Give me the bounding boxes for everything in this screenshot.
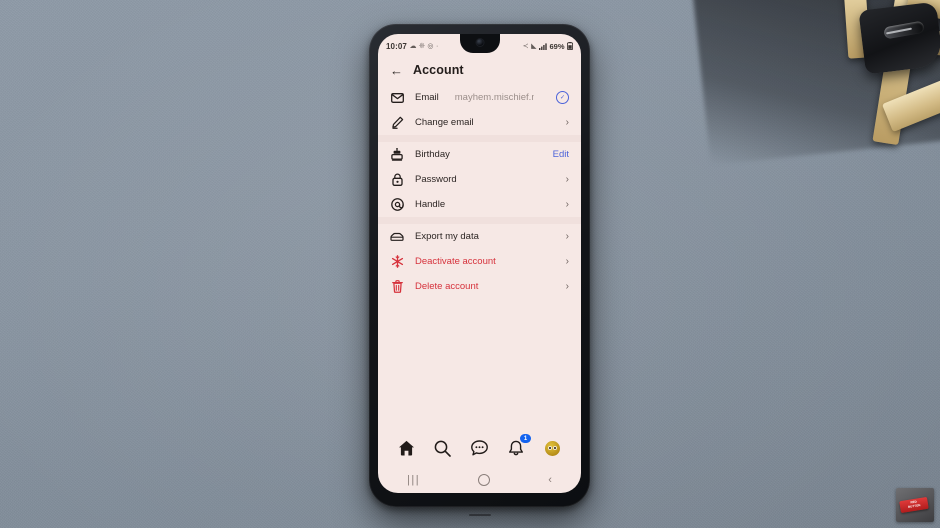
signal-icon	[538, 42, 547, 50]
page-title: Account	[413, 63, 464, 77]
chevron-right-icon: ›	[565, 256, 569, 267]
channel-watermark: RED BUTTON	[896, 488, 934, 522]
row-label: Deactivate account	[415, 256, 496, 267]
row-delete-account[interactable]: Delete account ›	[378, 274, 581, 299]
status-bar-right: ≺ ◣ 69%	[523, 42, 573, 51]
row-email[interactable]: Email mayhem.mischief.mm@... ✓	[378, 85, 581, 110]
search-icon	[435, 440, 452, 457]
group-divider	[378, 217, 581, 224]
chevron-right-icon: ›	[565, 281, 569, 292]
photos-icon: ❊	[418, 42, 425, 50]
chevron-right-icon: ›	[565, 231, 569, 242]
battery-percent: 69%	[549, 41, 565, 51]
row-birthday[interactable]: Birthday Edit	[378, 142, 581, 167]
bottom-speaker	[468, 514, 491, 516]
share-icon: ≺	[522, 42, 529, 50]
nav-notifications[interactable]: 1	[505, 434, 532, 459]
black-clamp	[858, 1, 940, 75]
status-bar: 10:07 ☁ ❊ ◎ · ≺ ◣ 69%	[378, 34, 581, 56]
group-divider	[378, 135, 581, 142]
settings-group: Email mayhem.mischief.mm@... ✓ Change em…	[378, 85, 581, 135]
row-deactivate-account[interactable]: Deactivate account ›	[378, 249, 581, 274]
settings-group: Birthday Edit Password › Handle ›	[378, 142, 581, 217]
trash-icon	[390, 280, 404, 294]
battery-icon	[567, 42, 573, 50]
envelope-icon	[390, 91, 404, 105]
chevron-right-icon: ›	[565, 174, 569, 185]
row-label: Export my data	[415, 231, 479, 242]
row-label: Change email	[415, 117, 474, 128]
email-value: mayhem.mischief.mm@...	[454, 92, 534, 103]
chevron-right-icon: ›	[565, 199, 569, 210]
row-label: Delete account	[415, 281, 479, 292]
nav-profile[interactable]	[542, 437, 564, 459]
home-icon	[398, 440, 414, 456]
row-export-my-data[interactable]: Export my data ›	[378, 224, 581, 249]
back-button[interactable]: ‹	[548, 474, 552, 486]
app-bar: ← Account	[378, 56, 581, 85]
smartphone: 10:07 ☁ ❊ ◎ · ≺ ◣ 69% ← Account Email ma…	[369, 24, 590, 516]
back-arrow-icon[interactable]: ←	[390, 64, 403, 77]
row-label: Handle	[415, 199, 446, 210]
dot-icon: ·	[435, 42, 439, 50]
lock-icon	[390, 173, 404, 187]
nav-home[interactable]	[395, 437, 417, 459]
row-label: Password	[415, 174, 457, 185]
avatar-eye	[548, 446, 553, 450]
birthday-cake-icon	[390, 148, 404, 162]
nav-search[interactable]	[432, 437, 454, 459]
row-label: Email	[415, 92, 439, 103]
export-icon	[390, 230, 404, 244]
pencil-icon	[390, 116, 404, 130]
android-system-bar: ||| ‹	[378, 467, 581, 493]
at-sign-icon	[390, 198, 404, 212]
avatar-pupil	[549, 447, 552, 449]
home-button-icon	[478, 474, 491, 486]
cloud-icon: ☁	[409, 42, 417, 50]
chevron-right-icon: ›	[565, 117, 569, 128]
snowflake-icon	[390, 255, 404, 269]
row-handle[interactable]: Handle ›	[378, 192, 581, 217]
bottom-navigation: 1	[378, 431, 581, 465]
app-icon: ◎	[427, 42, 434, 50]
avatar-icon	[545, 440, 561, 456]
verified-icon: ✓	[556, 91, 569, 104]
avatar-pupil	[554, 447, 557, 449]
notification-badge: 1	[520, 434, 532, 443]
row-change-email[interactable]: Change email ›	[378, 110, 581, 135]
edit-birthday-link[interactable]: Edit	[553, 149, 569, 160]
row-password[interactable]: Password ›	[378, 167, 581, 192]
home-button[interactable]	[478, 474, 491, 486]
phone-screen: 10:07 ☁ ❊ ◎ · ≺ ◣ 69% ← Account Email ma…	[378, 34, 581, 493]
nav-messages[interactable]	[468, 437, 490, 459]
settings-group: Export my data › Deactivate account › De…	[378, 224, 581, 299]
row-label: Birthday	[415, 149, 450, 160]
status-time: 10:07	[386, 41, 407, 51]
recents-button[interactable]: |||	[407, 474, 420, 486]
status-bar-left: 10:07 ☁ ❊ ◎ ·	[386, 42, 438, 51]
avatar-eye	[553, 446, 558, 450]
wifi-icon: ◣	[531, 42, 537, 50]
chat-bubble-icon	[471, 440, 488, 456]
